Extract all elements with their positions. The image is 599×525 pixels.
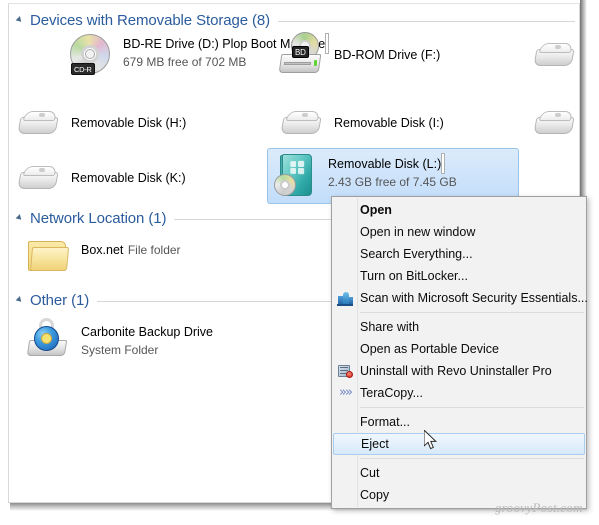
usb-drive-icon [15,155,63,203]
mse-shield-icon [337,290,353,306]
menu-item-format[interactable]: Format... [333,411,585,433]
folder-icon [25,233,73,281]
menu-item-label: Uninstall with Revo Uninstaller Pro [360,364,552,378]
teracopy-chevrons-icon: »» [339,385,353,400]
menu-item-label: Format... [360,415,411,429]
drive-tile-removable-i[interactable]: Removable Disk (I:) [274,97,469,151]
drive-name-label: Removable Disk (K:) [71,171,186,185]
drive-info-removable-i: Removable Disk (I:) [334,100,465,132]
menu-item-label: Turn on BitLocker... [360,269,468,283]
item-tile-carbonite[interactable]: Carbonite Backup Drive System Folder [21,312,271,366]
usb-drive-icon [531,32,579,80]
drive-info-removable-k: Removable Disk (K:) [71,155,257,187]
lock-drive-icon [25,315,73,363]
menu-item-open-as-portable-device[interactable]: Open as Portable Device [333,338,585,360]
item-name-label: Carbonite Backup Drive [81,325,214,339]
menu-item-open[interactable]: Open [333,199,585,221]
menu-item-search-everything[interactable]: Search Everything... [333,243,585,265]
drive-tile-bd-rom-f[interactable]: BD BD-ROM Drive (F:) [274,29,469,83]
menu-item-share-with[interactable]: Share with [333,316,585,338]
item-tile-box-net[interactable]: Box.net File folder [21,230,271,284]
usb-drive-icon [278,100,326,148]
drive-info-removable-l: Removable Disk (L:) 2.43 GB free of 7.45… [328,152,514,191]
menu-item-scan-with-mse[interactable]: Scan with Microsoft Security Essentials.… [333,287,588,309]
drive-tile-removable-h[interactable]: Removable Disk (H:) [11,97,261,151]
group-rule [278,21,575,22]
drive-tile-partial-1[interactable] [527,29,579,83]
item-info-carbonite: Carbonite Backup Drive System Folder [81,315,267,359]
menu-item-eject[interactable]: Eject [333,433,585,455]
group-header-removable-storage[interactable]: Devices with Removable Storage (8) [15,9,575,31]
group-title-network-location: Network Location (1) [30,209,167,227]
drive-name-label: Removable Disk (L:) [328,157,442,171]
menu-item-label: Open in new window [360,225,476,239]
menu-item-label: Cut [360,466,380,480]
menu-separator [360,407,584,408]
watermark-label: groovyPost.com [495,500,583,515]
drive-info-removable-h: Removable Disk (H:) [71,100,257,132]
cd-r-badge-label: CD-R [71,63,95,75]
usb-drive-icon [15,100,63,148]
triangle-collapse-icon[interactable] [15,14,27,26]
menu-item-cut[interactable]: Cut [333,462,585,484]
menu-item-open-in-new-window[interactable]: Open in new window [333,221,585,243]
bd-badge-label: BD [292,46,309,58]
drive-tile-removable-k[interactable]: Removable Disk (K:) [11,152,261,206]
drive-name-label: Removable Disk (H:) [71,116,187,130]
drive-name-label: BD-ROM Drive (F:) [334,48,441,62]
cd-disc-icon: CD-R [67,32,115,80]
item-type-label: File folder [127,243,181,257]
menu-separator [360,458,584,459]
drive-capacity-bar [441,153,446,174]
menu-separator [360,312,584,313]
menu-item-turn-on-bitlocker[interactable]: Turn on BitLocker... [333,265,585,287]
item-type-label: System Folder [81,343,159,357]
drive-tile-partial-2[interactable] [527,97,579,151]
menu-item-teracopy[interactable]: »» TeraCopy... [333,382,585,404]
group-title-removable-storage: Devices with Removable Storage (8) [30,11,271,29]
drive-name-label: Removable Disk (I:) [334,116,444,130]
menu-item-label: Share with [360,320,420,334]
triangle-collapse-icon[interactable] [15,212,27,224]
menu-item-label: TeraCopy... [360,386,423,400]
item-name-label: Box.net [81,243,124,257]
usb-drive-icon [531,100,579,148]
menu-item-label: Open as Portable Device [360,342,499,356]
drive-capacity-label: 2.43 GB free of 7.45 GB [328,175,457,189]
optical-drive-icon: BD [278,32,326,80]
drive-info-bd-rom-f: BD-ROM Drive (F:) [334,32,465,64]
menu-item-label: Scan with Microsoft Security Essentials.… [360,291,588,305]
context-menu: Open Open in new window Search Everythin… [331,196,588,509]
menu-item-label: Search Everything... [360,247,473,261]
menu-item-uninstall-with-revo[interactable]: Uninstall with Revo Uninstaller Pro [333,360,585,382]
revo-icon [337,363,353,379]
group-title-other: Other (1) [30,291,90,309]
explorer-window: Devices with Removable Storage (8) CD-R … [0,0,599,525]
drive-capacity-label: 679 MB free of 702 MB [123,55,247,69]
item-info-box-net: Box.net File folder [81,233,267,259]
triangle-collapse-icon[interactable] [15,294,27,306]
menu-item-label: Open [360,203,392,217]
menu-item-label: Copy [360,488,390,502]
menu-item-label: Eject [361,437,389,451]
teal-install-disk-icon [272,152,320,200]
